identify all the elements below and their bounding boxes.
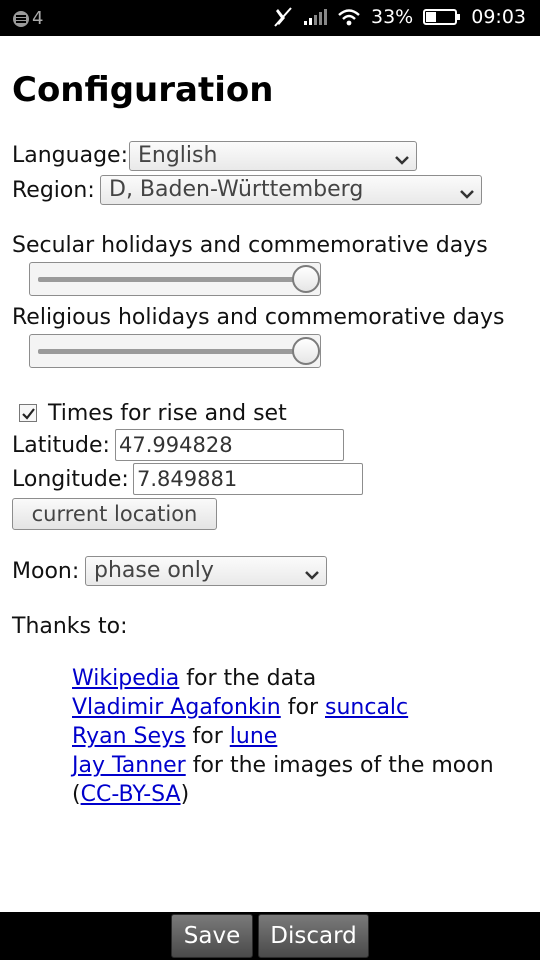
paren-close: ) [180, 782, 190, 807]
battery-percent: 33% [371, 6, 414, 28]
check-icon [22, 408, 35, 420]
status-bar-right: 33% 09:03 [273, 6, 526, 28]
cc-by-sa-link[interactable]: CC-BY-SA [81, 782, 181, 807]
region-select-value: D, Baden-Württemberg [109, 177, 364, 202]
slider-track [38, 349, 312, 354]
wifi-icon [337, 8, 361, 26]
lune-link[interactable]: lune [230, 724, 278, 749]
jay-tanner-link[interactable]: Jay Tanner [72, 753, 186, 778]
credit-line: Wikipedia for the data [72, 664, 316, 693]
status-time: 09:03 [471, 6, 526, 28]
suncalc-link[interactable]: suncalc [325, 695, 408, 720]
language-select-value: English [138, 143, 218, 168]
latitude-field[interactable]: 47.994828 [115, 429, 344, 461]
ryan-seys-link[interactable]: Ryan Seys [72, 724, 186, 749]
moon-label: Moon: [12, 559, 80, 584]
region-select[interactable]: D, Baden-Württemberg [100, 175, 482, 205]
chevron-down-icon [394, 148, 410, 165]
page-title: Configuration [12, 70, 274, 110]
status-bar-left: 4 [12, 8, 43, 29]
current-location-button[interactable]: current location [12, 498, 217, 530]
rise-set-label: Times for rise and set [48, 401, 287, 426]
signal-icon [303, 8, 327, 26]
chevron-down-icon [459, 182, 475, 199]
credit-text: for the data [179, 666, 317, 691]
paren-open: ( [72, 782, 81, 807]
credit-line: Jay Tanner for the images of the moon [72, 751, 494, 780]
religious-label: Religious holidays and commemorative day… [12, 305, 505, 330]
longitude-field[interactable]: 7.849881 [133, 463, 363, 495]
battery-icon [423, 8, 461, 26]
slider-thumb[interactable] [292, 337, 320, 365]
mute-icon [273, 6, 293, 28]
slider-track [38, 277, 312, 282]
credit-line: Ryan Seys for lune [72, 722, 277, 751]
save-button[interactable]: Save [171, 914, 253, 958]
status-bar: 4 33% 09:03 [0, 0, 540, 36]
language-select[interactable]: English [129, 141, 417, 171]
religious-slider[interactable] [29, 334, 321, 368]
moon-select-value: phase only [94, 558, 214, 583]
language-label: Language: [12, 143, 128, 168]
chevron-down-icon [304, 563, 320, 580]
region-label: Region: [12, 178, 95, 203]
credit-text: for the images of the moon [185, 753, 494, 778]
credit-text: for [185, 724, 230, 749]
vladimir-agafonkin-link[interactable]: Vladimir Agafonkin [72, 695, 281, 720]
latitude-label: Latitude: [12, 433, 110, 458]
moon-select[interactable]: phase only [85, 556, 327, 586]
notification-icon [12, 10, 30, 28]
rise-set-checkbox[interactable] [19, 404, 37, 422]
notification-count: 4 [32, 8, 44, 29]
slider-thumb[interactable] [292, 265, 320, 293]
credit-line: (CC-BY-SA) [72, 780, 189, 809]
wikipedia-link[interactable]: Wikipedia [72, 666, 179, 691]
secular-label: Secular holidays and commemorative days [12, 233, 488, 258]
longitude-label: Longitude: [12, 467, 129, 492]
thanks-label: Thanks to: [12, 614, 128, 639]
credit-line: Vladimir Agafonkin for suncalc [72, 693, 408, 722]
bottom-bar: Save Discard [0, 912, 540, 960]
secular-slider[interactable] [29, 262, 321, 296]
credit-text: for [280, 695, 325, 720]
discard-button[interactable]: Discard [258, 914, 369, 958]
